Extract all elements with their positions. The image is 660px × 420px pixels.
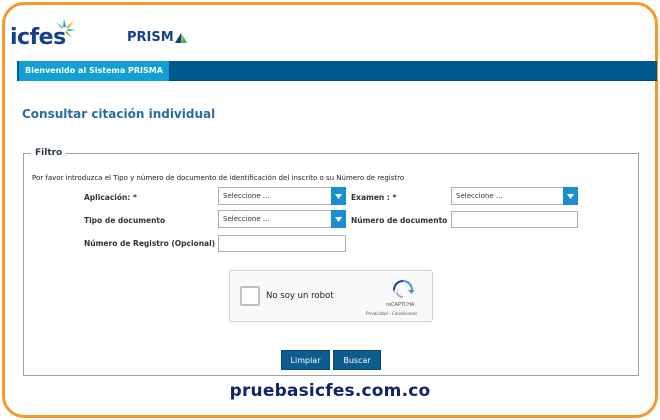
aplicacion-select[interactable]: Seleccione ... bbox=[218, 187, 346, 205]
welcome-tab[interactable]: Bienvenido al Sistema PRISMA bbox=[19, 61, 169, 81]
prisma-logo: PRISM bbox=[127, 30, 187, 46]
recaptcha-label: No soy un robot bbox=[266, 291, 334, 301]
prisma-logo-text: PRISM bbox=[127, 30, 174, 45]
examen-select[interactable]: Seleccione ... bbox=[451, 187, 578, 205]
icfes-star-icon bbox=[56, 19, 76, 38]
filter-fieldset: Filtro bbox=[23, 148, 639, 376]
tipo-documento-label: Tipo de documento bbox=[84, 216, 166, 225]
chevron-down-icon bbox=[335, 216, 342, 222]
examen-selected-value: Seleccione ... bbox=[456, 192, 503, 200]
search-button[interactable]: Buscar bbox=[333, 350, 381, 370]
icfes-logo: icfes bbox=[10, 19, 76, 50]
numero-documento-label: Número de documento bbox=[351, 216, 448, 225]
numero-documento-input[interactable] bbox=[451, 211, 578, 228]
chevron-down-icon bbox=[567, 193, 574, 199]
examen-label: Examen : * bbox=[351, 193, 397, 202]
tipo-documento-selected-value: Seleccione ... bbox=[223, 215, 270, 223]
aplicacion-dropdown-button[interactable] bbox=[331, 187, 346, 205]
chevron-down-icon bbox=[335, 193, 342, 199]
recaptcha-terms-links[interactable]: Privacidad - Condiciones bbox=[366, 311, 417, 316]
recaptcha-widget: No soy un robot reCAPTCHA Privacidad - C… bbox=[229, 270, 433, 322]
aplicacion-selected-value: Seleccione ... bbox=[223, 192, 270, 200]
filter-instructions: Por favor introduzca el Tipo y número de… bbox=[32, 174, 405, 182]
clear-button[interactable]: Limpiar bbox=[281, 350, 330, 370]
prisma-triangle-icon bbox=[174, 33, 187, 43]
top-navbar: Bienvenido al Sistema PRISMA bbox=[17, 61, 657, 81]
page-title: Consultar citación individual bbox=[22, 107, 216, 121]
examen-dropdown-button[interactable] bbox=[563, 187, 578, 205]
filter-legend: Filtro bbox=[35, 148, 63, 158]
numero-registro-input[interactable] bbox=[218, 235, 346, 252]
aplicacion-label: Aplicación: * bbox=[84, 193, 137, 202]
footer-website-url: pruebasicfes.com.co bbox=[229, 381, 431, 401]
recaptcha-checkbox[interactable] bbox=[240, 286, 260, 306]
recaptcha-brand: reCAPTCHA bbox=[386, 302, 415, 308]
numero-registro-label: Número de Registro (Opcional) bbox=[84, 239, 216, 248]
recaptcha-logo-icon bbox=[392, 280, 414, 298]
tipo-documento-select[interactable]: Seleccione ... bbox=[218, 210, 346, 228]
tipo-documento-dropdown-button[interactable] bbox=[331, 210, 346, 228]
